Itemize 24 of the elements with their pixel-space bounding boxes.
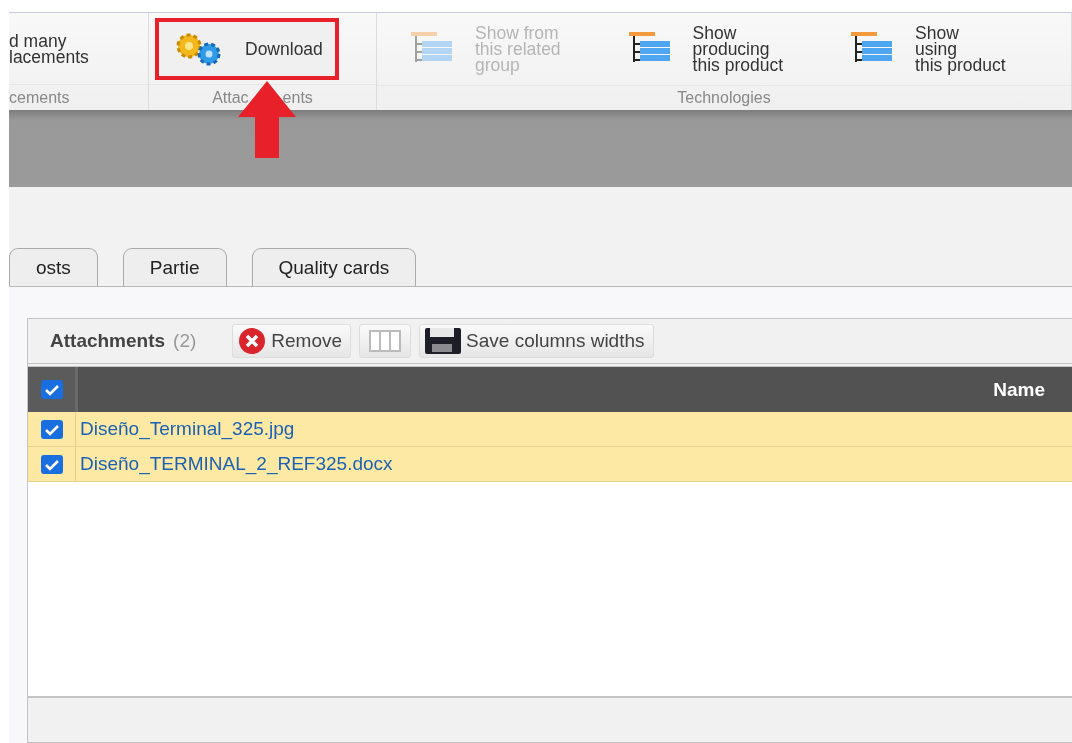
tab[interactable]: Partie	[122, 248, 227, 286]
close-icon	[237, 327, 268, 355]
ribbon-button[interactable]: Show producing this product	[612, 12, 800, 87]
group-label: Attac	[212, 88, 249, 107]
group-label: Technologies	[677, 89, 771, 107]
save-icon	[424, 327, 463, 355]
panel-title: Attachments	[50, 330, 166, 352]
group-label: ents	[282, 88, 313, 107]
ribbon-button[interactable]: Download	[155, 17, 339, 80]
ribbon-button[interactable]: d many lacements	[9, 28, 93, 69]
tab[interactable]: Quality cards	[251, 248, 417, 286]
ribbon-button[interactable]: Show using this product	[835, 12, 1022, 87]
row-checkbox[interactable]	[40, 419, 63, 439]
remove-button[interactable]: Remove	[232, 324, 352, 358]
file-link[interactable]: Diseño_Terminal_325.jpg	[80, 418, 295, 440]
tab[interactable]: osts	[9, 248, 98, 286]
column-header[interactable]: Name	[993, 378, 1045, 401]
save-columns-button[interactable]: Save columns widths	[419, 324, 654, 358]
columns-icon	[369, 329, 402, 353]
select-all-checkbox[interactable]	[40, 380, 63, 399]
item-count: (2)	[173, 330, 197, 352]
group-label: cements	[9, 88, 70, 107]
row-checkbox[interactable]	[40, 454, 63, 474]
file-link[interactable]: Diseño_TERMINAL_2_REF325.docx	[80, 453, 393, 475]
